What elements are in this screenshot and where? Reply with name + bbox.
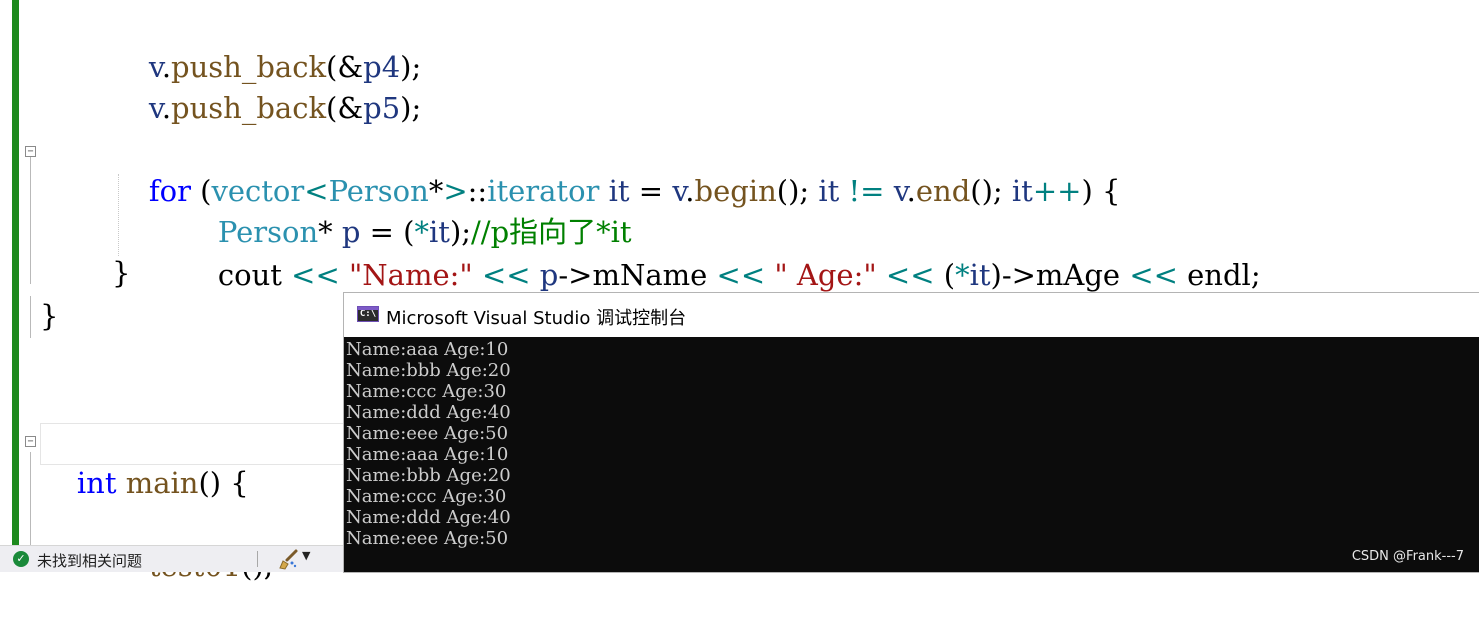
console-output-line: Name:eee Age:50 [346, 423, 509, 444]
outline-line-main [30, 452, 31, 545]
console-titlebar[interactable]: C:\ Microsoft Visual Studio 调试控制台 [344, 293, 1479, 337]
console-app-icon: C:\ [357, 306, 379, 322]
outline-line-for [30, 154, 31, 284]
chevron-down-icon[interactable]: ▼ [302, 549, 310, 562]
collapse-for-icon[interactable]: − [25, 146, 36, 157]
issues-status-text[interactable]: 未找到相关问题 [37, 550, 142, 571]
console-output-line: Name:bbb Age:20 [346, 465, 511, 486]
code-line-close-func[interactable]: } [40, 296, 58, 336]
console-output-line: Name:aaa Age:10 [346, 444, 509, 465]
collapse-main-icon[interactable]: − [25, 436, 36, 447]
console-output-line: Name:bbb Age:20 [346, 360, 511, 381]
check-circle-icon: ✓ [13, 551, 29, 567]
status-divider [257, 551, 258, 567]
csdn-watermark: CSDN @Frank---7 [1351, 549, 1464, 564]
console-output[interactable]: Name:aaa Age:10 Name:bbb Age:20 Name:ccc… [346, 339, 1479, 572]
console-output-line: Name:ccc Age:30 [346, 381, 507, 402]
debug-console-window[interactable]: C:\ Microsoft Visual Studio 调试控制台 Name:a… [343, 292, 1479, 573]
console-output-line: Name:eee Age:50 [346, 528, 509, 549]
console-output-line: Name:ddd Age:40 [346, 507, 511, 528]
change-tracking-bar [12, 0, 19, 545]
console-output-line: Name:ddd Age:40 [346, 402, 511, 423]
code-line-close-for[interactable]: } [40, 253, 130, 293]
outline-line-func [30, 296, 31, 338]
console-title: Microsoft Visual Studio 调试控制台 [386, 308, 687, 329]
editor-status-bar: ✓ 未找到相关问题 ▼ [0, 545, 345, 572]
brush-icon[interactable] [276, 548, 300, 570]
console-output-line: Name:ccc Age:30 [346, 486, 507, 507]
console-output-line: Name:aaa Age:10 [346, 339, 509, 360]
